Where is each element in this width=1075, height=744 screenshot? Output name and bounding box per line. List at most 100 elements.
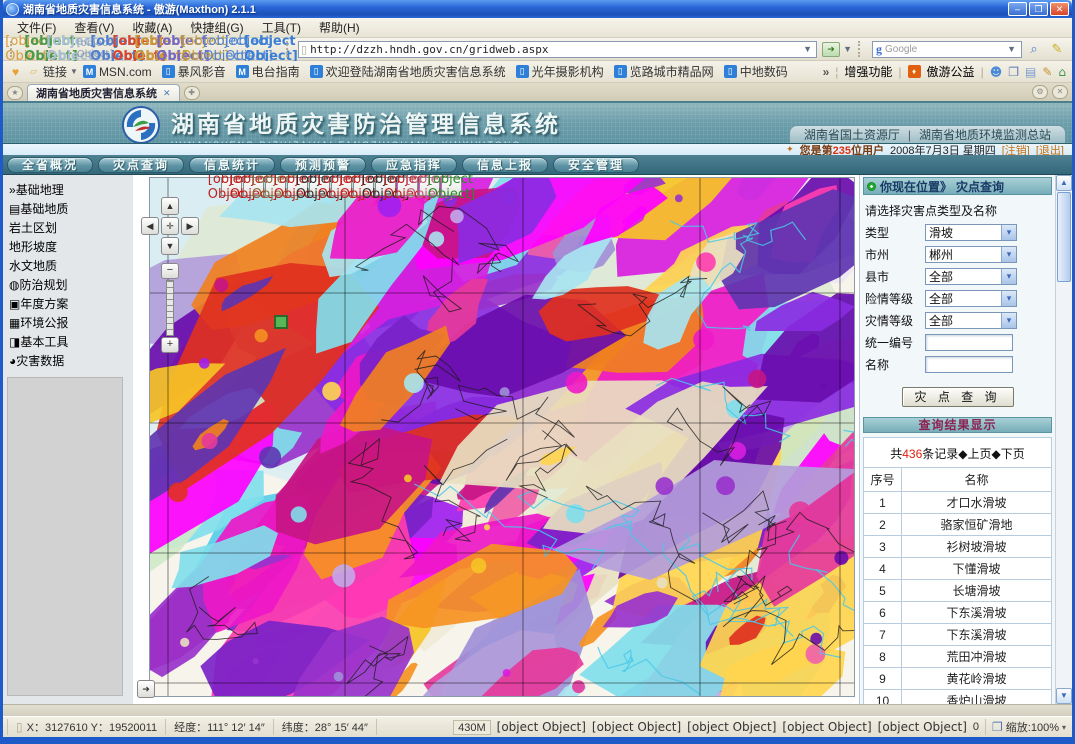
tab-tools-icon[interactable]: ⚙ xyxy=(1032,85,1048,99)
map-canvas[interactable] xyxy=(150,178,854,696)
address-dropdown-icon[interactable]: ▼ xyxy=(801,44,814,54)
menu-item[interactable]: 帮助(H) xyxy=(311,17,368,38)
select-arrow-icon[interactable]: ▾ xyxy=(1001,313,1016,328)
nav-tab-info-report[interactable]: 信息上报 xyxy=(462,157,548,173)
nav-tab-disaster-query[interactable]: 灾点查询 xyxy=(98,157,184,173)
pages-icon[interactable]: ▤ xyxy=(1025,65,1036,79)
table-row[interactable]: 10 香炉山滑坡 xyxy=(864,690,1052,705)
link-radio-guide[interactable]: M 电台指南 xyxy=(236,63,300,80)
table-row[interactable]: 8 荒田冲滑坡 xyxy=(864,646,1052,668)
zoom-in-button[interactable]: + xyxy=(161,337,179,353)
select-arrow-icon[interactable]: ▾ xyxy=(1001,269,1016,284)
go-dropdown-icon[interactable]: ▼ xyxy=(841,44,854,54)
disaster-level-select[interactable]: 全部 xyxy=(926,312,1001,329)
snapshot-icon[interactable]: [object Object] xyxy=(878,720,967,734)
header-link-land-resources[interactable]: 湖南省国土资源厅 xyxy=(804,126,900,143)
page-scrollbar[interactable]: ▲ ▼ xyxy=(1055,175,1072,704)
map-marker[interactable] xyxy=(275,316,287,328)
close-button[interactable]: ✕ xyxy=(1050,2,1069,16)
prev-page-link[interactable]: ◆上页 xyxy=(958,447,991,461)
sidebar-subitem-terrain-slope[interactable]: 地形坡度 xyxy=(9,238,129,255)
link-photo-studio[interactable]: ▯ 光年摄影机构 xyxy=(516,63,604,80)
link-msn[interactable]: M MSN.com xyxy=(83,63,152,80)
search-button[interactable]: ⌕ xyxy=(1023,40,1045,59)
select-arrow-icon[interactable]: ▾ xyxy=(1001,291,1016,306)
select-arrow-icon[interactable]: ▾ xyxy=(1001,225,1016,240)
messenger-icon[interactable]: ☻ xyxy=(990,65,1003,79)
pan-bottom-left-button[interactable]: ➜ xyxy=(137,680,155,698)
address-bar[interactable]: ▯ ▼ xyxy=(298,41,817,58)
tab-close-all-icon[interactable]: ✕ xyxy=(1052,85,1068,99)
layer-tree-icon[interactable]: [object Object] xyxy=(441,177,462,196)
nav-tab-statistics[interactable]: 信息统计 xyxy=(189,157,275,173)
disaster-name[interactable]: 下懂滑坡 xyxy=(902,558,1052,580)
scroll-up-icon[interactable]: ▲ xyxy=(1056,175,1072,191)
sidebar-item-environment-bulletin[interactable]: ▦ 环境公报 xyxy=(9,314,129,331)
printer-icon[interactable]: [object Object] xyxy=(592,720,681,734)
sidebar-item-annual-plan[interactable]: ▣ 年度方案 xyxy=(9,295,129,312)
county-select[interactable]: 全部 xyxy=(926,268,1001,285)
link-city-boutique[interactable]: ▯ 览路城市精品网 xyxy=(614,63,714,80)
sidebar-item-basic-geology[interactable]: ▤ 基础地质 xyxy=(9,200,129,217)
sidebar-item-disaster-data[interactable]: ◕ 灾害数据 xyxy=(9,352,129,369)
download-icon[interactable]: [object Object] xyxy=(260,40,282,59)
folder-icon[interactable]: [object Object] xyxy=(687,720,776,734)
disaster-name[interactable]: 香炉山滑坡 xyxy=(902,690,1052,705)
nav-tab-security-management[interactable]: 安全管理 xyxy=(553,157,639,173)
zoom-out-button[interactable]: − xyxy=(161,263,179,279)
sidebar-item-prevention-planning[interactable]: ◍ 防治规划 xyxy=(9,276,129,293)
window-mode-icon[interactable]: ❐ xyxy=(1008,65,1019,79)
table-row[interactable]: 2 骆家恒矿滑地 xyxy=(864,514,1052,536)
disaster-name[interactable]: 才口水滑坡 xyxy=(902,492,1052,514)
table-row[interactable]: 5 长塘滑坡 xyxy=(864,580,1052,602)
nav-tab-forecast-warning[interactable]: 预测预警 xyxy=(280,157,366,173)
links-overflow-icon[interactable]: » xyxy=(823,65,830,79)
pan-left-button[interactable]: ◀ xyxy=(141,217,159,235)
disaster-query-button[interactable]: 灾 点 查 询 xyxy=(902,387,1014,407)
new-tab-button[interactable]: ✚ xyxy=(184,86,200,100)
disaster-name[interactable]: 下东溪滑坡 xyxy=(902,602,1052,624)
enhance-features-link[interactable]: 增强功能 xyxy=(844,63,892,80)
pan-right-button[interactable]: ▶ xyxy=(181,217,199,235)
plugin-icon[interactable]: ⌂ xyxy=(1058,65,1066,79)
table-row[interactable]: 4 下懂滑坡 xyxy=(864,558,1052,580)
pan-center-button[interactable]: ✛ xyxy=(161,217,179,235)
search-dropdown-icon[interactable]: ▼ xyxy=(1005,44,1018,54)
go-button[interactable]: ➜ xyxy=(822,42,840,57)
highlight-icon[interactable]: ✎ xyxy=(1046,40,1068,59)
search-bar[interactable]: g ▼ xyxy=(872,41,1022,58)
table-row[interactable]: 7 下东溪滑坡 xyxy=(864,624,1052,646)
type-select[interactable]: 滑坡 xyxy=(926,224,1001,241)
scroll-down-icon[interactable]: ▼ xyxy=(1056,688,1072,704)
lightning-icon[interactable]: [object Object] xyxy=(497,720,586,734)
nav-tab-emergency-command[interactable]: 应急指挥 xyxy=(371,157,457,173)
sidebar-item-basic-tools[interactable]: ◨ 基本工具 xyxy=(9,333,129,350)
favorites-heart-icon[interactable]: ♥ xyxy=(9,65,22,78)
zoom-dropdown-icon[interactable]: ▾ xyxy=(1062,723,1066,732)
link-welcome-hunan[interactable]: ▯ 欢迎登陆湖南省地质灾害信息系统 xyxy=(310,63,506,80)
risk-level-select[interactable]: 全部 xyxy=(926,290,1001,307)
table-row[interactable]: 3 衫树坡滑坡 xyxy=(864,536,1052,558)
disaster-name[interactable]: 黄花岭滑坡 xyxy=(902,668,1052,690)
restore-button[interactable]: ❐ xyxy=(1029,2,1048,16)
pan-down-button[interactable]: ▼ xyxy=(161,237,179,255)
disaster-name[interactable]: 骆家恒矿滑地 xyxy=(902,514,1052,536)
sidebar-item-basic-geography[interactable]: » 基础地理 xyxy=(9,181,129,198)
table-row[interactable]: 1 才口水滑坡 xyxy=(864,492,1052,514)
sidebar-subitem-hydrogeology[interactable]: 水文地质 xyxy=(9,257,129,274)
disaster-name[interactable]: 荒田冲滑坡 xyxy=(902,646,1052,668)
table-row[interactable]: 6 下东溪滑坡 xyxy=(864,602,1052,624)
active-tab[interactable]: 湖南省地质灾害信息系统 ✕ xyxy=(27,84,180,101)
scroll-thumb[interactable] xyxy=(1057,192,1071,282)
select-arrow-icon[interactable]: ▾ xyxy=(1001,247,1016,262)
city-select[interactable]: 郴州 xyxy=(926,246,1001,263)
zoom-level[interactable]: 缩放:100% xyxy=(1006,719,1059,735)
search-input[interactable] xyxy=(885,44,1005,55)
maxthon-charity-link[interactable]: 傲游公益 xyxy=(927,63,975,80)
next-page-link[interactable]: ◆下页 xyxy=(992,447,1025,461)
table-row[interactable]: 9 黄花岭滑坡 xyxy=(864,668,1052,690)
zoom-slider-track[interactable] xyxy=(166,280,174,336)
minimize-button[interactable]: – xyxy=(1008,2,1027,16)
link-baofeng[interactable]: ▯ 暴风影音 xyxy=(162,63,226,80)
header-link-monitoring-station[interactable]: 湖南省地质环境监测总站 xyxy=(919,126,1051,143)
